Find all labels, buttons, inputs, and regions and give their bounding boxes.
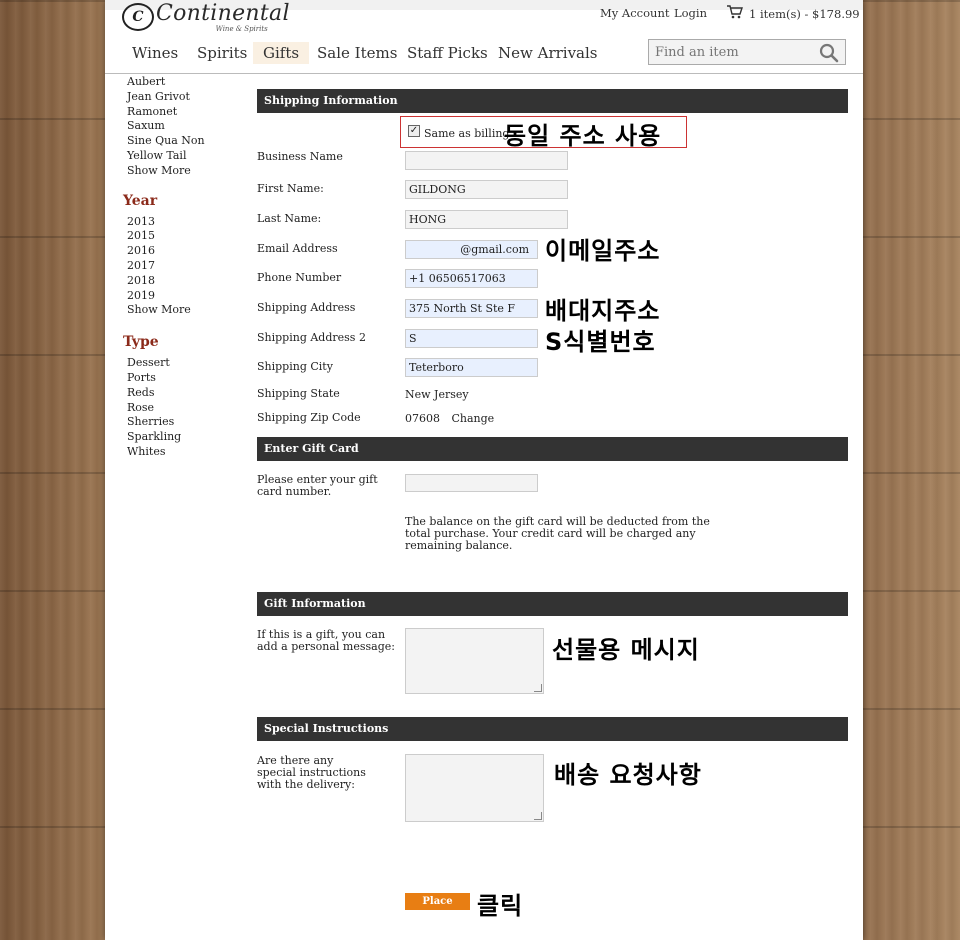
sidebar-item-2016[interactable]: 2016 [123,244,243,259]
annotation-shipping-address: 배대지주소 [545,297,661,325]
brand-logo[interactable]: C Continental Wine & Spirits [122,3,290,33]
annotation-same-address: 동일 주소 사용 [504,122,662,150]
search-box [648,39,846,65]
sidebar-item-2017[interactable]: 2017 [123,259,243,274]
nav-spirits[interactable]: Spirits [197,44,247,62]
sidebar-item-ports[interactable]: Ports [123,371,243,386]
search-icon[interactable] [819,43,839,67]
special-instructions-textarea[interactable] [405,754,544,822]
brand-tagline: Wine & Spirits [215,25,268,33]
sidebar-item-saxum[interactable]: Saxum [123,119,243,134]
annotation-gift-message: 선물용 메시지 [552,636,700,664]
sidebar-item-rose[interactable]: Rose [123,401,243,416]
sidebar-item-2019[interactable]: 2019 [123,289,243,304]
phone-label: Phone Number [257,271,342,284]
sidebar-item-ramonet[interactable]: Ramonet [123,105,243,120]
brand-name: Continental [156,1,290,26]
type-list: Dessert Ports Reds Rose Sherries Sparkli… [123,356,243,460]
gift-message-textarea[interactable] [405,628,544,694]
logo-mark: C [122,3,154,31]
place-order-button[interactable]: Place Order [405,893,470,924]
sidebar-item-dessert[interactable]: Dessert [123,356,243,371]
sidebar: Aubert Jean Grivot Ramonet Saxum Sine Qu… [123,75,243,460]
sidebar-show-more-years[interactable]: Show More [123,303,243,318]
login-link[interactable]: Login [674,6,707,20]
first-name-field[interactable] [405,180,568,199]
nav-new-arrivals[interactable]: New Arrivals [498,44,598,62]
annotation-delivery-request: 배송 요청사항 [554,761,702,789]
shipping-address-2-field[interactable] [405,329,538,348]
sidebar-item-2015[interactable]: 2015 [123,229,243,244]
same-as-billing-checkbox[interactable]: ✓ [408,125,420,137]
resize-grip-icon[interactable] [534,684,542,692]
year-list: 2013 2015 2016 2017 2018 2019 Show More [123,215,243,319]
sidebar-item-whites[interactable]: Whites [123,445,243,460]
gift-card-field[interactable] [405,474,538,492]
sidebar-item-jean-grivot[interactable]: Jean Grivot [123,90,243,105]
cart-text: 1 item(s) - $178.99 [749,6,860,21]
zip-change-link[interactable]: Change [452,412,495,425]
year-heading: Year [123,192,158,209]
shipping-address-field[interactable] [405,299,538,318]
nav-wines[interactable]: Wines [132,44,178,62]
phone-field[interactable] [405,269,538,288]
search-input[interactable] [649,40,809,64]
gift-card-note: The balance on the gift card will be ded… [405,515,710,552]
shipping-section-header: Shipping Information [257,89,848,113]
sidebar-item-reds[interactable]: Reds [123,386,243,401]
nav-gifts[interactable]: Gifts [253,42,310,64]
annotation-s-id: S식별번호 [545,328,656,356]
sidebar-item-2013[interactable]: 2013 [123,215,243,230]
resize-grip-icon[interactable] [534,812,542,820]
email-label: Email Address [257,242,338,255]
cart-icon [727,5,749,22]
sidebar-item-aubert[interactable]: Aubert [123,75,243,90]
sidebar-item-sparkling[interactable]: Sparkling [123,430,243,445]
annotation-email: 이메일주소 [545,237,661,265]
sidebar-item-sine-qua-non[interactable]: Sine Qua Non [123,134,243,149]
shipping-city-field[interactable] [405,358,538,377]
gift-card-label: Please enter your gift card number. [257,473,378,498]
type-heading: Type [123,334,159,351]
business-name-field[interactable] [405,151,568,170]
page: C Continental Wine & Spirits My Account … [105,0,863,940]
gift-card-section-header: Enter Gift Card [257,437,848,461]
shipping-address-2-label: Shipping Address 2 [257,331,366,344]
special-instructions-label: Are there any special instructions with … [257,754,366,791]
last-name-field[interactable] [405,210,568,229]
shipping-state-value: New Jersey [405,388,469,401]
producer-list: Aubert Jean Grivot Ramonet Saxum Sine Qu… [123,75,243,179]
shipping-address-label: Shipping Address [257,301,356,314]
gift-message-label: If this is a gift, you can add a persona… [257,628,395,653]
special-instructions-section-header: Special Instructions [257,717,848,741]
my-account-link[interactable]: My Account [600,6,669,20]
nav-staff-picks[interactable]: Staff Picks [407,44,488,62]
shipping-zip-value: 07608 Change [405,412,494,425]
shipping-zip-label: Shipping Zip Code [257,411,361,424]
sidebar-item-2018[interactable]: 2018 [123,274,243,289]
business-name-label: Business Name [257,150,343,163]
gift-info-section-header: Gift Information [257,592,848,616]
same-as-billing-label[interactable]: Same as billing [424,127,509,140]
sidebar-item-sherries[interactable]: Sherries [123,415,243,430]
annotation-click: 클릭 [477,892,524,920]
zip-code-text: 07608 [405,412,440,425]
shipping-state-label: Shipping State [257,387,340,400]
sidebar-show-more-producers[interactable]: Show More [123,164,243,179]
cart-summary[interactable]: 1 item(s) - $178.99 [727,5,860,22]
nav-sale-items[interactable]: Sale Items [317,44,397,62]
last-name-label: Last Name: [257,212,322,225]
shipping-city-label: Shipping City [257,360,333,373]
first-name-label: First Name: [257,182,324,195]
nav-divider [105,73,863,74]
sidebar-item-yellow-tail[interactable]: Yellow Tail [123,149,243,164]
email-field[interactable] [405,240,538,259]
